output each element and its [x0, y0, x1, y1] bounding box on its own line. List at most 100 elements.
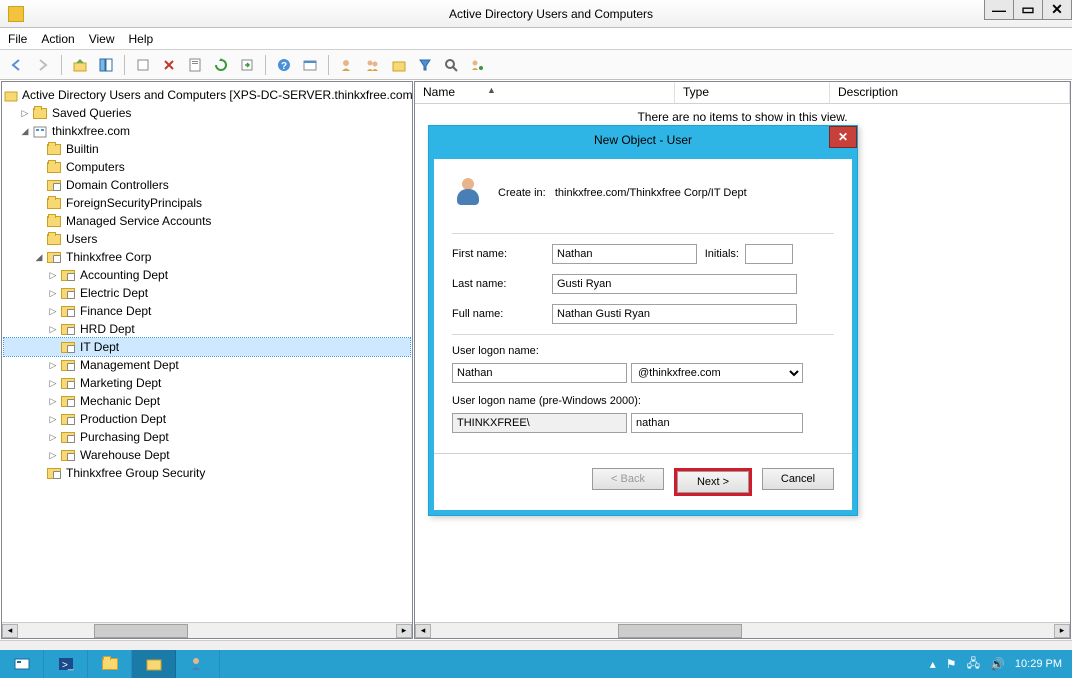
tree-dc[interactable]: Domain Controllers	[66, 178, 169, 192]
tree-domain[interactable]: thinkxfree.com	[52, 124, 130, 138]
tree-fsp[interactable]: ForeignSecurityPrincipals	[66, 196, 202, 210]
expand-icon[interactable]: ▷	[46, 306, 60, 317]
refresh-icon[interactable]	[210, 54, 232, 76]
initials-input[interactable]	[745, 244, 793, 264]
tree-builtin[interactable]: Builtin	[66, 142, 99, 156]
tree-msa[interactable]: Managed Service Accounts	[66, 214, 211, 228]
scroll-left-icon[interactable]: ◂	[415, 624, 431, 638]
col-name[interactable]: Name	[415, 82, 675, 103]
menu-action[interactable]: Action	[41, 32, 74, 46]
expand-icon[interactable]: ▷	[46, 396, 60, 407]
dialog-titlebar[interactable]: New Object - User ✕	[429, 126, 857, 154]
expand-icon[interactable]: ▷	[46, 450, 60, 461]
new-user-icon[interactable]	[336, 54, 358, 76]
tree-accounting[interactable]: Accounting Dept	[80, 268, 168, 282]
col-type[interactable]: Type	[675, 82, 830, 103]
collapse-icon[interactable]: ◢	[32, 252, 46, 263]
ou-icon	[60, 358, 76, 372]
first-name-input[interactable]	[552, 244, 697, 264]
taskbar-server-manager[interactable]	[0, 650, 44, 678]
properties-icon[interactable]	[184, 54, 206, 76]
maximize-button[interactable]: ▭	[1013, 0, 1043, 20]
up-icon[interactable]	[69, 54, 91, 76]
add-to-group-icon[interactable]	[466, 54, 488, 76]
menu-view[interactable]: View	[89, 32, 115, 46]
cut-icon[interactable]	[132, 54, 154, 76]
full-name-input[interactable]	[552, 304, 797, 324]
new-ou-icon[interactable]	[388, 54, 410, 76]
clock[interactable]: 10:29 PM	[1015, 658, 1062, 670]
show-hidden-icon[interactable]: ▴	[930, 657, 936, 671]
tree-corp[interactable]: Thinkxfree Corp	[66, 250, 151, 264]
tree-production[interactable]: Production Dept	[80, 412, 166, 426]
ou-icon	[60, 412, 76, 426]
expand-icon[interactable]: ▷	[46, 432, 60, 443]
domain-suffix-select[interactable]: @thinkxfree.com	[631, 363, 803, 383]
new-group-icon[interactable]	[362, 54, 384, 76]
folder-icon	[46, 214, 62, 228]
create-in-label: Create in:	[498, 187, 546, 199]
tree-computers[interactable]: Computers	[66, 160, 125, 174]
tree-root[interactable]: Active Directory Users and Computers [XP…	[22, 88, 412, 102]
initials-label: Initials:	[697, 248, 745, 260]
tree-saved-queries[interactable]: Saved Queries	[52, 106, 131, 120]
scroll-right-icon[interactable]: ▸	[1054, 624, 1070, 638]
taskbar-powershell[interactable]: >_	[44, 650, 88, 678]
next-button[interactable]: Next >	[677, 471, 749, 493]
logon2000-input[interactable]	[631, 413, 803, 433]
collapse-icon[interactable]: ◢	[18, 126, 32, 137]
minimize-button[interactable]: —	[984, 0, 1014, 20]
domain-icon	[32, 124, 48, 138]
tree-electric[interactable]: Electric Dept	[80, 286, 148, 300]
expand-icon[interactable]: ▷	[46, 324, 60, 335]
expand-icon[interactable]: ▷	[46, 414, 60, 425]
expand-icon[interactable]: ▷	[46, 270, 60, 281]
logon-input[interactable]	[452, 363, 627, 383]
search-icon[interactable]	[440, 54, 462, 76]
network-icon[interactable]: 🖧	[967, 654, 980, 675]
flag-icon[interactable]: ⚑	[946, 657, 957, 671]
taskbar-aduc[interactable]	[132, 650, 176, 678]
close-button[interactable]: ✕	[1042, 0, 1072, 20]
expand-icon[interactable]: ▷	[46, 288, 60, 299]
expand-icon[interactable]: ▷	[18, 108, 32, 119]
expand-icon[interactable]: ▷	[46, 360, 60, 371]
back-button[interactable]: < Back	[592, 468, 664, 490]
col-desc[interactable]: Description	[830, 82, 1070, 103]
back-icon[interactable]	[6, 54, 28, 76]
taskbar-app[interactable]	[176, 650, 220, 678]
tree-group-sec[interactable]: Thinkxfree Group Security	[66, 466, 205, 480]
tree-finance[interactable]: Finance Dept	[80, 304, 151, 318]
tree-mechanic[interactable]: Mechanic Dept	[80, 394, 160, 408]
find-icon[interactable]	[299, 54, 321, 76]
help-icon[interactable]: ?	[273, 54, 295, 76]
show-hide-icon[interactable]	[95, 54, 117, 76]
taskbar-explorer[interactable]	[88, 650, 132, 678]
tree-warehouse[interactable]: Warehouse Dept	[80, 448, 170, 462]
tree-hscroll[interactable]: ◂ ▸	[2, 622, 412, 638]
tree-users[interactable]: Users	[66, 232, 97, 246]
delete-icon[interactable]	[158, 54, 180, 76]
filter-icon[interactable]	[414, 54, 436, 76]
list-hscroll[interactable]: ◂ ▸	[415, 622, 1070, 638]
last-name-input[interactable]	[552, 274, 797, 294]
tree-hrd[interactable]: HRD Dept	[80, 322, 135, 336]
expand-icon[interactable]: ▷	[46, 378, 60, 389]
tree-marketing[interactable]: Marketing Dept	[80, 376, 161, 390]
forward-icon[interactable]	[32, 54, 54, 76]
tree-it[interactable]: IT Dept	[80, 340, 119, 354]
tree-purchasing[interactable]: Purchasing Dept	[80, 430, 169, 444]
ou-icon	[46, 250, 62, 264]
menu-file[interactable]: File	[8, 32, 27, 46]
ou-icon	[60, 340, 76, 354]
create-in-path: thinkxfree.com/Thinkxfree Corp/IT Dept	[555, 187, 747, 199]
cancel-button[interactable]: Cancel	[762, 468, 834, 490]
svg-text:?: ?	[281, 61, 287, 72]
scroll-right-icon[interactable]: ▸	[396, 624, 412, 638]
scroll-left-icon[interactable]: ◂	[2, 624, 18, 638]
volume-icon[interactable]: 🔊	[990, 657, 1005, 671]
dialog-close-button[interactable]: ✕	[829, 126, 857, 148]
export-icon[interactable]	[236, 54, 258, 76]
tree-management[interactable]: Management Dept	[80, 358, 179, 372]
menu-help[interactable]: Help	[129, 32, 154, 46]
